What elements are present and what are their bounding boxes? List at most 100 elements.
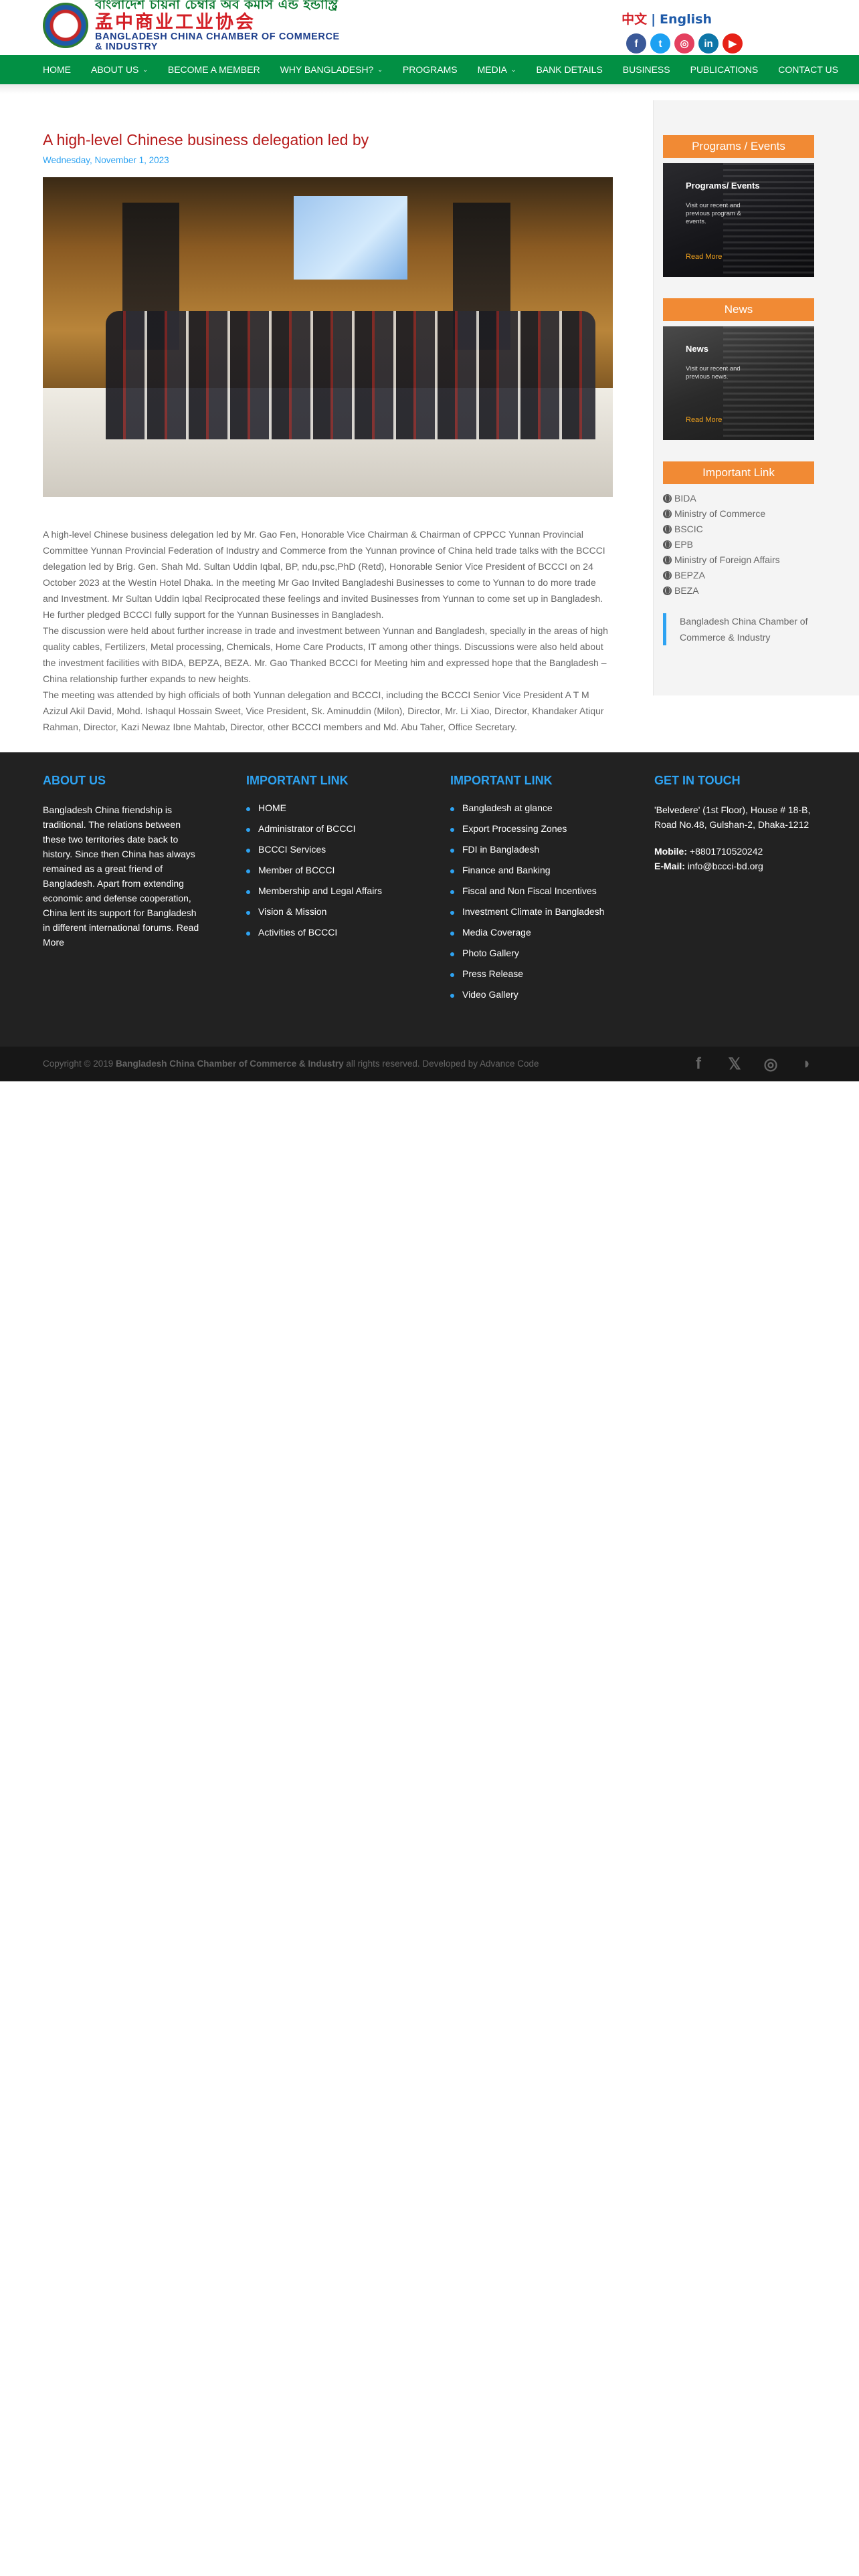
nav-item-label: BANK DETAILS [536, 64, 603, 75]
globe-icon [663, 510, 672, 518]
nav-item-programs[interactable]: PROGRAMS [403, 64, 458, 75]
sidebar-link-beza[interactable]: BEZA [663, 583, 814, 599]
globe-icon [663, 571, 672, 580]
facebook-icon[interactable]: f [689, 1055, 708, 1073]
news-widget-heading: News [663, 298, 814, 321]
x-twitter-icon[interactable]: 𝕏 [725, 1055, 744, 1074]
nav-item-label: CONTACT US [778, 64, 838, 75]
nav-item-home[interactable]: HOME [43, 64, 71, 75]
nav-item-contact-us[interactable]: CONTACT US [778, 64, 838, 75]
sidebar-widgets: Programs / Events Programs/ Events Visit… [663, 135, 814, 667]
nav-item-why-bangladesh[interactable]: WHY BANGLADESH? ⌄ [280, 64, 383, 75]
footer-link-label: Media Coverage [462, 927, 531, 938]
instagram-icon[interactable]: ◎ [674, 33, 694, 53]
footer-link-label: BCCCI Services [258, 844, 326, 855]
nav-item-label: HOME [43, 64, 71, 75]
nav-item-business[interactable]: BUSINESS [623, 64, 670, 75]
footer-link-vision-mission[interactable]: Vision & Mission [246, 906, 407, 927]
footer-contact-column: GET IN TOUCH 'Belvedere' (1st Floor), Ho… [654, 774, 818, 873]
copyright-org: Bangladesh China Chamber of Commerce & I… [116, 1059, 344, 1069]
chevron-down-icon: ⌄ [510, 66, 516, 73]
footer-link-services[interactable]: BCCCI Services [246, 844, 407, 865]
sidebar: Programs / Events Programs/ Events Visit… [654, 100, 859, 695]
nav-item-become-a-member[interactable]: BECOME A MEMBER [168, 64, 260, 75]
email-label: E-Mail: [654, 861, 685, 871]
site-logo[interactable]: বাংলাদেশ চায়না চেম্বার অব কমার্স এন্ড ই… [43, 0, 348, 52]
nav-item-bank-details[interactable]: BANK DETAILS [536, 64, 602, 75]
footer-links-list: HOME Administrator of BCCCI BCCCI Servic… [246, 802, 407, 948]
footer-link-membership-legal[interactable]: Membership and Legal Affairs [246, 885, 407, 906]
sidebar-link-label: EPB [674, 539, 694, 550]
footer-link-activities[interactable]: Activities of BCCCI [246, 927, 407, 948]
sidebar-link-ministry-of-commerce[interactable]: Ministry of Commerce [663, 506, 814, 522]
post-date: Wednesday, November 1, 2023 [43, 154, 169, 165]
programs-read-more-link[interactable]: Read More [686, 253, 722, 261]
footer-link-administrator[interactable]: Administrator of BCCCI [246, 823, 407, 844]
post-paragraph: A high-level Chinese business delegation… [43, 528, 605, 620]
facebook-icon[interactable]: f [626, 33, 646, 53]
bullet-icon [450, 849, 454, 853]
footer-link-label: Member of BCCCI [258, 865, 335, 875]
logo-bangla-text: বাংলাদেশ চায়না চেম্বার অব কমার্স এন্ড ই… [95, 0, 339, 12]
footer-link-member[interactable]: Member of BCCCI [246, 865, 407, 885]
footer-about-text: Bangladesh China friendship is tradition… [43, 804, 199, 948]
rss-icon[interactable]: ◗ [797, 1055, 816, 1073]
footer-link-photo-gallery[interactable]: Photo Gallery [450, 948, 624, 968]
logo-seal-icon [43, 3, 88, 48]
nav-menu: HOME ABOUT US ⌄ BECOME A MEMBER WHY BANGL… [43, 55, 858, 84]
footer-link-finance-banking[interactable]: Finance and Banking [450, 865, 624, 885]
youtube-icon[interactable]: ▶ [723, 33, 743, 53]
news-read-more-link[interactable]: Read More [686, 416, 722, 424]
news-widget: News News Visit our recent and previous … [663, 298, 814, 440]
nav-item-publications[interactable]: PUBLICATIONS [690, 64, 759, 75]
footer-link-fdi[interactable]: FDI in Bangladesh [450, 844, 624, 865]
mobile-label: Mobile: [654, 846, 687, 857]
email-address[interactable]: info@bccci-bd.org [688, 861, 763, 871]
important-links-list: BIDA Ministry of Commerce BSCIC EPB Mini… [663, 491, 814, 599]
copyright-suffix: all rights reserved. Developed by Advanc… [346, 1059, 539, 1069]
nav-item-label: PROGRAMS [402, 64, 458, 75]
footer-social-links: f 𝕏 ◎ ◗ [689, 1047, 816, 1081]
globe-icon [663, 556, 672, 564]
sidebar-link-bida[interactable]: BIDA [663, 491, 814, 506]
lang-chinese-link[interactable]: 中文 [622, 12, 647, 27]
footer-link-label: Activities of BCCCI [258, 927, 338, 938]
sidebar-link-bscic[interactable]: BSCIC [663, 522, 814, 537]
news-promo-card[interactable]: News Visit our recent and previous news.… [663, 326, 814, 440]
nav-shadow [0, 84, 859, 94]
copyright-text: Copyright © 2019 Bangladesh China Chambe… [43, 1047, 539, 1081]
important-links-widget: Important Link BIDA Ministry of Commerce… [663, 461, 814, 645]
footer-link-bangladesh-at-glance[interactable]: Bangladesh at glance [450, 802, 624, 823]
nav-item-label: BECOME A MEMBER [167, 64, 260, 75]
promo-background-pattern [723, 326, 814, 440]
sidebar-link-label: BEPZA [674, 570, 705, 580]
programs-promo-card[interactable]: Programs/ Events Visit our recent and pr… [663, 163, 814, 277]
instagram-icon[interactable]: ◎ [761, 1055, 780, 1074]
mobile-number[interactable]: +8801710520242 [690, 846, 763, 857]
footer-bottom-bar: Copyright © 2019 Bangladesh China Chambe… [0, 1047, 859, 1081]
footer-mobile: Mobile: +8801710520242 [654, 844, 818, 859]
footer-link-label: Photo Gallery [462, 948, 519, 958]
footer-link-investment-climate[interactable]: Investment Climate in Bangladesh [450, 906, 624, 927]
sidebar-link-epb[interactable]: EPB [663, 537, 814, 552]
footer-link-fiscal-incentives[interactable]: Fiscal and Non Fiscal Incentives [450, 885, 624, 906]
twitter-icon[interactable]: t [650, 33, 670, 53]
footer-link-video-gallery[interactable]: Video Gallery [450, 989, 624, 1010]
sidebar-link-label: Ministry of Commerce [674, 508, 766, 519]
linkedin-icon[interactable]: in [698, 33, 719, 53]
lang-english-link[interactable]: English [660, 12, 712, 27]
footer-link-export-processing-zones[interactable]: Export Processing Zones [450, 823, 624, 844]
sidebar-link-bepza[interactable]: BEPZA [663, 568, 814, 583]
footer-address: 'Belvedere' (1st Floor), House # 18-B, R… [654, 804, 811, 830]
logo-chinese-text: 孟中商业工业协会 [95, 11, 256, 33]
bullet-icon [450, 994, 454, 998]
bullet-icon [450, 932, 454, 936]
sidebar-link-ministry-of-foreign-affairs[interactable]: Ministry of Foreign Affairs [663, 552, 814, 568]
nav-item-media[interactable]: MEDIA ⌄ [478, 64, 516, 75]
footer-link-home[interactable]: HOME [246, 802, 407, 823]
footer-link-label: FDI in Bangladesh [462, 844, 540, 855]
footer-link-press-release[interactable]: Press Release [450, 968, 624, 989]
nav-item-about-us[interactable]: ABOUT US ⌄ [91, 64, 148, 75]
promo-card-title: Programs/ Events [686, 181, 760, 191]
footer-link-media-coverage[interactable]: Media Coverage [450, 927, 624, 948]
